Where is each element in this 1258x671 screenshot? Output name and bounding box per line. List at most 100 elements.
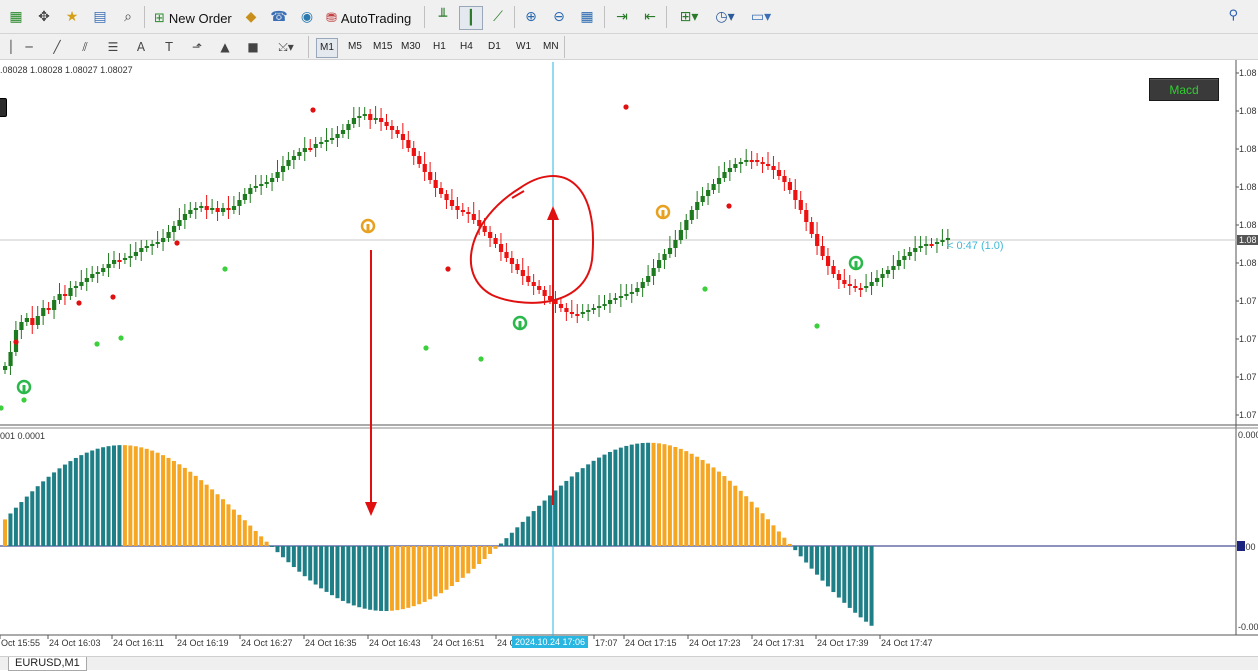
timeframe-h1[interactable]: H1 <box>430 38 449 56</box>
macd-bar <box>8 513 13 546</box>
new-chart-icon[interactable]: ▦ <box>5 6 27 28</box>
candle-body <box>188 210 193 214</box>
bar-chart-icon[interactable]: ╨ <box>432 6 454 28</box>
timeframe-w1[interactable]: W1 <box>513 38 534 56</box>
candle-body <box>428 172 433 180</box>
candle-body <box>389 126 395 130</box>
candle-body <box>422 164 427 172</box>
text-label-icon[interactable]: T <box>158 36 180 58</box>
macd-bar <box>35 486 40 546</box>
navigator-icon[interactable]: ⌕ <box>117 6 139 28</box>
autoscroll-icon[interactable]: ⇥ <box>611 6 633 28</box>
candle-body <box>651 268 656 276</box>
chart-shift-icon[interactable]: ⇤ <box>639 6 661 28</box>
toolbar-separator <box>144 6 145 28</box>
timeframe-m1[interactable]: M1 <box>316 38 338 58</box>
macd-bar <box>112 445 116 546</box>
rectangle-icon[interactable]: ■ <box>242 36 264 58</box>
candlestick-icon[interactable]: ┃ <box>459 6 483 30</box>
metaeditor-icon[interactable]: ◆ <box>240 6 262 28</box>
tile-windows-icon[interactable]: ▦ <box>576 6 598 28</box>
new-order-button[interactable]: ⊞ New Order <box>154 7 232 29</box>
toolbar-separator <box>666 6 667 28</box>
macd-axis-label: 0.000 <box>1238 430 1258 440</box>
timeframe-m30[interactable]: M30 <box>398 38 423 56</box>
periods-clock-icon[interactable]: ◷▾ <box>710 6 740 28</box>
market-icon[interactable]: ◉ <box>296 6 318 28</box>
signals-icon[interactable]: ☎ <box>268 6 290 28</box>
candle-body <box>842 280 847 284</box>
candle-body <box>586 310 591 312</box>
macd-bar <box>695 456 700 546</box>
timeframe-m15[interactable]: M15 <box>370 38 395 56</box>
time-axis-label: 24 Oct 16:51 <box>433 638 485 648</box>
candle-body <box>8 352 13 366</box>
macd-bar <box>684 451 689 546</box>
macd-bar <box>624 445 629 546</box>
search-icon[interactable]: ⚲ <box>1228 8 1238 23</box>
triangle-icon[interactable]: ▲ <box>214 36 236 58</box>
templates-icon[interactable]: ▭▾ <box>746 6 776 28</box>
macd-bar <box>384 546 389 612</box>
candle-body <box>280 166 286 172</box>
zoom-out-icon[interactable]: ⊖ <box>548 6 570 28</box>
macd-bar <box>171 460 176 546</box>
candle-body <box>19 322 24 330</box>
buy-signal-dot <box>0 405 4 411</box>
candle-body <box>411 148 416 156</box>
candle-body <box>346 124 351 130</box>
arrow-up-icon[interactable]: ⬏ <box>186 36 208 58</box>
drawing-toolbar: │ ─ ╱ ⫽ ☰ A T ⬏ ▲ ■ ⤩▾ M1 M5 M15 M30 H1 … <box>0 34 1258 60</box>
trendline-icon[interactable]: ╱ <box>46 36 68 58</box>
equidistant-channel-icon[interactable]: ⫽ <box>74 36 96 58</box>
horizontal-line-icon[interactable]: ─ <box>18 36 40 58</box>
more-shapes-icon[interactable]: ⤩▾ <box>272 36 300 58</box>
macd-bar <box>482 546 487 560</box>
candle-body <box>667 248 673 254</box>
timeframe-d1[interactable]: D1 <box>485 38 504 56</box>
price-axis-label: 1.08 <box>1239 68 1257 78</box>
price-axis-label: 1.07 <box>1239 296 1257 306</box>
macd-bar <box>509 532 514 546</box>
chart-canvas[interactable]: 1.08 1.08 1.08 1.08 1.08 1.08 1.07 1.07 1.07 1.07… <box>0 60 1258 656</box>
fibonacci-icon[interactable]: ☰ <box>102 36 124 58</box>
new-order-icon: ⊞ <box>154 10 165 26</box>
macd-bar <box>204 484 209 546</box>
profiles-icon[interactable]: ✥ <box>33 6 55 28</box>
macd-bar <box>836 546 841 598</box>
timeframe-h4[interactable]: H4 <box>457 38 476 56</box>
candle-body <box>689 210 694 220</box>
macd-bar <box>155 452 160 546</box>
autotrading-button[interactable]: ⛃ AutoTrading <box>326 7 411 29</box>
macd-bar <box>657 443 661 546</box>
line-chart-icon[interactable]: ⟋ <box>487 6 509 28</box>
candle-body <box>629 292 634 294</box>
zoom-in-icon[interactable]: ⊕ <box>520 6 542 28</box>
candle-body <box>624 294 629 296</box>
macd-bar <box>101 447 106 546</box>
text-icon[interactable]: A <box>130 36 152 58</box>
candle-body <box>509 258 515 264</box>
macd-bar <box>733 485 738 546</box>
macd-button[interactable]: Macd <box>1149 78 1219 101</box>
time-axis-label: 24 Oct 16:35 <box>305 638 357 648</box>
macd-bar <box>716 471 721 546</box>
timeframe-m5[interactable]: M5 <box>345 38 365 56</box>
candle-body <box>782 176 787 182</box>
indicators-icon[interactable]: ⊞▾ <box>674 6 704 28</box>
macd-bar <box>847 546 852 608</box>
candle-body <box>716 178 722 184</box>
sell-signal-dot <box>310 107 316 113</box>
favorites-icon[interactable]: ★ <box>61 6 83 28</box>
trade-level-handle[interactable] <box>0 98 7 117</box>
macd-bar <box>351 546 356 606</box>
timeframe-mn[interactable]: MN <box>540 38 562 56</box>
macd-bar <box>809 546 814 569</box>
candle-body <box>896 260 901 266</box>
macd-bar <box>3 519 7 546</box>
macd-bar <box>73 457 78 546</box>
chart-window[interactable]: 1.08 1.08 1.08 1.08 1.08 1.08 1.07 1.07 1.07 1.07… <box>0 60 1258 656</box>
candle-body <box>139 248 144 252</box>
market-watch-icon[interactable]: ▤ <box>89 6 111 28</box>
candle-body <box>776 170 782 176</box>
